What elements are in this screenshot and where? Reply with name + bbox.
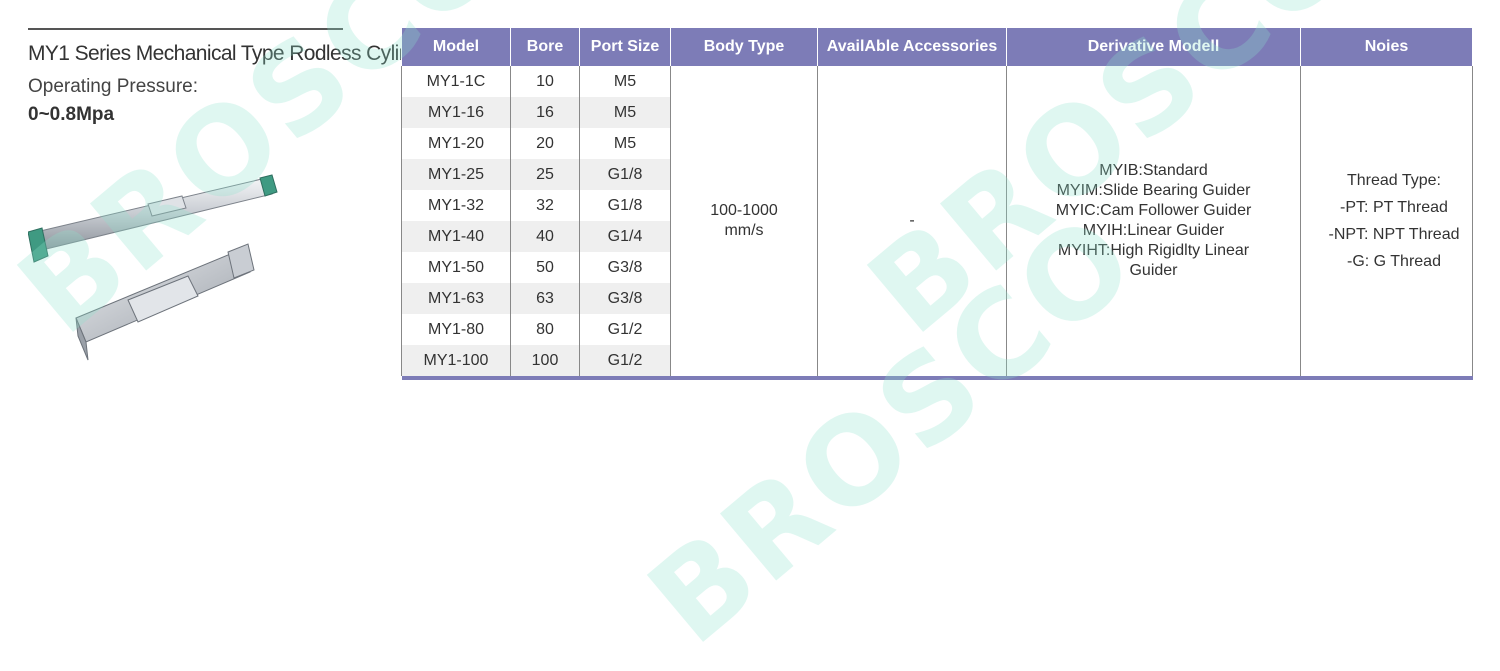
cell-model: MY1-1C [401,66,511,97]
cell-bore: 40 [510,221,580,252]
cell-port-size: M5 [579,97,671,128]
series-title: MY1 Series Mechanical Type Rodless Cylin… [28,42,439,65]
header-accessories: AvailAble Accessories [817,28,1007,66]
derivative-item: Guider [1129,262,1178,279]
header-body-type: Body Type [670,28,818,66]
notes-line: -NPT: NPT Thread [1328,226,1460,243]
rodless-cylinder-image [28,174,278,361]
cell-port-size: G3/8 [579,283,671,314]
header-model: Model [401,28,511,66]
derivative-item: MYIM:Slide Bearing Guider [1056,182,1251,199]
cell-port-size: G1/8 [579,159,671,190]
cell-model: MY1-50 [401,252,511,283]
cell-bore: 10 [510,66,580,97]
cell-port-size: G1/8 [579,190,671,221]
product-info-panel: MY1 Series Mechanical Type Rodless Cylin… [28,0,439,410]
cell-model: MY1-25 [401,159,511,190]
notes-line: -PT: PT Thread [1340,199,1448,216]
cell-bore: 20 [510,128,580,159]
cell-bore: 100 [510,345,580,376]
cell-port-size: G3/8 [579,252,671,283]
table-header-row: Model Bore Port Size Body Type AvailAble… [401,28,1473,66]
cell-bore: 80 [510,314,580,345]
cell-model: MY1-80 [401,314,511,345]
cell-bore: 32 [510,190,580,221]
operating-pressure-value: 0~0.8Mpa [28,104,115,125]
notes-line: -G: G Thread [1347,253,1441,270]
cell-port-size: M5 [579,66,671,97]
header-derivative-model: Derivative Modell [1006,28,1301,66]
header-bore: Bore [510,28,580,66]
cell-port-size: G1/2 [579,345,671,376]
cell-body-type: 100-1000 mm/s [670,66,818,376]
table-bottom-rule [401,376,1473,380]
cell-model: MY1-20 [401,128,511,159]
cell-bore: 16 [510,97,580,128]
cell-derivative-models: MYIB:Standard MYIM:Slide Bearing Guider … [1006,66,1301,376]
cell-notes: Thread Type: -PT: PT Thread -NPT: NPT Th… [1300,66,1473,376]
operating-pressure-label: Operating Pressure: [28,76,199,97]
notes-line: Thread Type: [1347,172,1441,189]
derivative-item: MYIB:Standard [1099,162,1208,179]
cell-bore: 50 [510,252,580,283]
cell-port-size: M5 [579,128,671,159]
cell-port-size: G1/4 [579,221,671,252]
body-type-range: 100-1000 [710,202,778,219]
table-row: MY1-1C 10 M5 100-1000 mm/s - MYIB:Standa… [401,66,1473,376]
cell-model: MY1-16 [401,97,511,128]
derivative-item: MYIHT:High Rigidlty Linear [1057,242,1250,259]
cell-model: MY1-40 [401,221,511,252]
bottom-rule-bar [401,376,1473,380]
cell-port-size: G1/2 [579,314,671,345]
cell-model: MY1-100 [401,345,511,376]
header-notes: Noies [1300,28,1473,66]
derivative-item: MYIH:Linear Guider [1082,222,1225,239]
cell-model: MY1-63 [401,283,511,314]
spec-table: Model Bore Port Size Body Type AvailAble… [401,28,1473,380]
header-port-size: Port Size [579,28,671,66]
body-type-unit: mm/s [724,222,764,239]
derivative-item: MYIC:Cam Follower Guider [1055,202,1252,219]
cell-bore: 63 [510,283,580,314]
cell-bore: 25 [510,159,580,190]
cylinder-lower [75,243,255,361]
cell-accessories: - [817,66,1007,376]
top-divider [28,28,343,30]
cell-model: MY1-32 [401,190,511,221]
